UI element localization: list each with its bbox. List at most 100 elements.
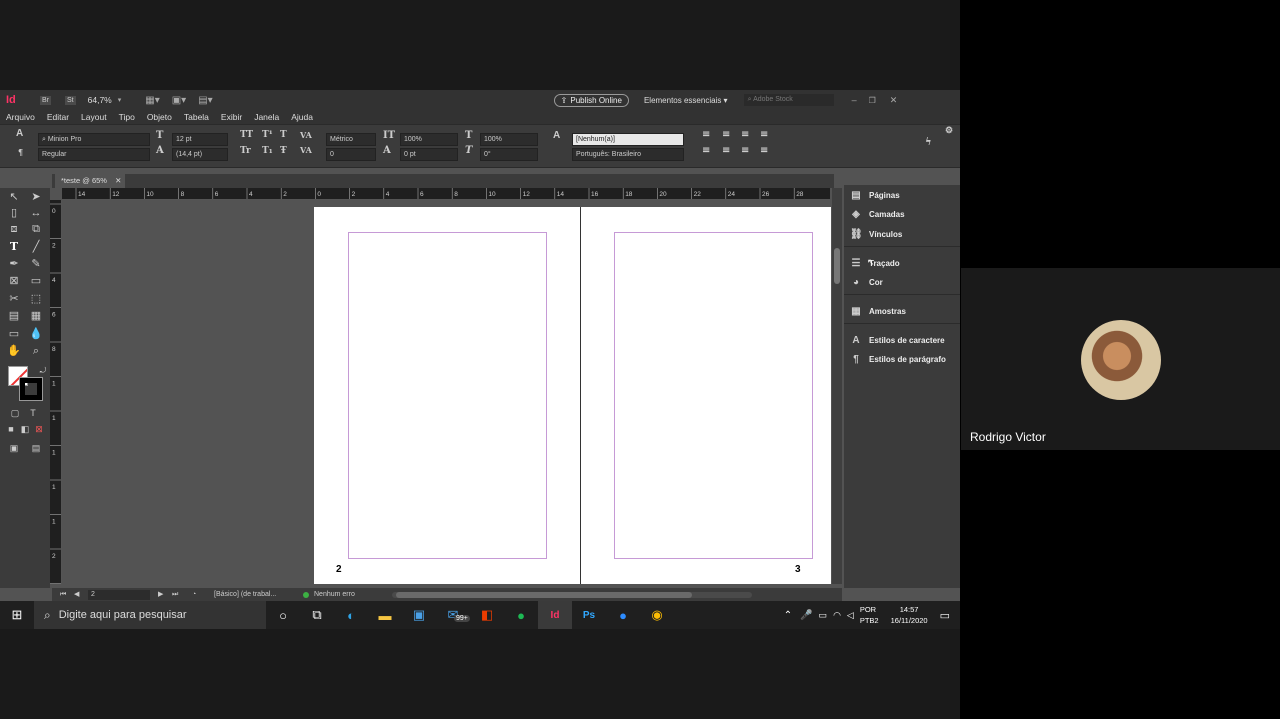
menu-arquivo[interactable]: Arquivo — [6, 112, 35, 122]
panel-vinculos[interactable]: ⛓ Vínculos — [850, 226, 902, 242]
pencil-tool-icon[interactable]: ✎ — [29, 257, 43, 271]
notifications-icon[interactable]: ▭ — [940, 609, 950, 622]
horizontal-scroll-thumb[interactable] — [396, 592, 692, 598]
next-page-icon[interactable]: ▶ — [158, 588, 163, 602]
view-mode-icon[interactable]: ▣ — [7, 441, 21, 455]
vertical-scale-field[interactable]: 100% — [400, 133, 458, 146]
selection-tool-icon[interactable]: ↖ — [7, 190, 21, 204]
content-collector-icon[interactable]: ⧈ — [7, 222, 21, 236]
edge-icon[interactable]: ◐ — [334, 601, 368, 629]
page-number-left[interactable]: 2 — [336, 564, 342, 575]
justify-last-icon[interactable]: ≡ — [760, 145, 768, 156]
line-tool-icon[interactable]: ╱ — [29, 240, 43, 254]
battery-icon[interactable]: ▭ — [819, 610, 828, 621]
minimize-icon[interactable]: – — [852, 95, 857, 105]
stroke-swatch[interactable] — [19, 377, 43, 401]
menu-tipo[interactable]: Tipo — [119, 112, 135, 122]
last-page-icon[interactable]: ⏭ — [172, 588, 178, 602]
indesign-taskbar-icon[interactable]: Id — [538, 601, 572, 629]
spotify-icon[interactable]: ● — [504, 601, 538, 629]
rectangle-frame-tool-icon[interactable]: ⊠ — [7, 274, 21, 288]
panel-paginas[interactable]: ▤ Páginas — [850, 187, 899, 203]
horizontal-scale-field[interactable]: 100% — [480, 133, 538, 146]
page-tool-icon[interactable]: ▯ — [7, 206, 21, 220]
screen-mode-tool-icon[interactable]: ▤ — [29, 441, 43, 455]
view-options-icon[interactable]: ▦▾ — [145, 95, 159, 106]
justify-icon[interactable]: ≡ — [760, 129, 768, 140]
volume-icon[interactable]: ◁ — [847, 610, 854, 621]
stock-button[interactable]: St — [65, 95, 76, 105]
language-select[interactable]: Português: Brasileiro — [572, 148, 684, 161]
restore-icon[interactable]: ❐ — [869, 96, 876, 105]
screen-mode-icon[interactable]: ▣▾ — [172, 95, 186, 106]
gap-tool-icon[interactable]: ↔ — [29, 206, 43, 220]
preflight-status[interactable]: Nenhum erro — [314, 588, 355, 602]
zoom-tool-icon[interactable]: ⌕ — [29, 344, 43, 358]
hand-tool-icon[interactable]: ✋ — [7, 344, 21, 358]
clock[interactable]: 14:57 16/11/2020 — [891, 604, 928, 626]
font-family-field[interactable]: ⌕ Minion Pro — [38, 133, 150, 146]
settings-gear-icon[interactable]: ⚙ — [945, 126, 953, 136]
align-left-icon[interactable]: ≡ — [702, 129, 710, 140]
gradient-swatch-tool-icon[interactable]: ▤ — [7, 309, 21, 323]
panel-cor[interactable]: ◕ Cor — [850, 274, 883, 290]
character-mode-icon[interactable]: A — [16, 128, 23, 139]
page-right[interactable]: 3 — [581, 207, 831, 584]
menu-objeto[interactable]: Objeto — [147, 112, 172, 122]
align-center-icon[interactable]: ≡ — [722, 129, 730, 140]
align-right-icon[interactable]: ≡ — [741, 129, 749, 140]
prev-page-icon[interactable]: ◀ — [74, 588, 79, 602]
network-icon[interactable]: ◠ — [833, 610, 841, 621]
panel-estilos-paragrafo[interactable]: ¶ Estilos de parágrafo — [850, 351, 946, 367]
direct-selection-tool-icon[interactable]: ➤ — [29, 190, 43, 204]
all-caps-icon[interactable]: TT — [240, 130, 253, 140]
store-icon[interactable]: ▣ — [402, 601, 436, 629]
align-towards-spine-icon[interactable]: ≡ — [722, 145, 730, 156]
swap-colors-icon[interactable]: ⤾ — [36, 364, 50, 378]
character-style-select[interactable]: [Nenhum(a)] — [572, 133, 684, 146]
apply-none-icon[interactable]: ⊠ — [32, 422, 46, 436]
gradient-feather-tool-icon[interactable]: ▦ — [29, 309, 43, 323]
arrange-documents-icon[interactable]: ▤▾ — [198, 95, 212, 106]
small-caps-icon[interactable]: Tr — [240, 146, 251, 156]
paragraph-mode-icon[interactable]: ¶ — [18, 147, 23, 157]
photoshop-taskbar-icon[interactable]: Ps — [572, 601, 606, 629]
underline-icon[interactable]: T — [280, 130, 287, 140]
quick-apply-icon[interactable]: ϟ — [925, 137, 932, 148]
scissors-tool-icon[interactable]: ✂ — [7, 292, 21, 306]
apply-color-icon[interactable]: ■ — [4, 422, 18, 436]
content-placer-icon[interactable]: ⧉ — [29, 222, 43, 236]
close-tab-icon[interactable]: ✕ — [115, 176, 121, 185]
microphone-icon[interactable]: 🎤 — [800, 610, 812, 621]
skew-field[interactable]: 0° — [480, 148, 538, 161]
apply-gradient-icon[interactable]: ◧ — [18, 422, 32, 436]
chrome-icon[interactable]: ◉ — [640, 601, 674, 629]
justify-all-icon[interactable]: ≡ — [702, 145, 710, 156]
panel-tracado[interactable]: ☰ Traçado — [850, 255, 900, 271]
eyedropper-tool-icon[interactable]: 💧 — [29, 327, 43, 341]
note-tool-icon[interactable]: ▭ — [7, 327, 21, 341]
chevron-down-icon[interactable]: ▾ — [118, 96, 122, 104]
open-document-icon[interactable]: ◔ — [192, 588, 196, 602]
rectangle-tool-icon[interactable]: ▭ — [29, 274, 43, 288]
tracking-field[interactable]: 0 — [326, 148, 376, 161]
font-style-field[interactable]: Regular — [38, 148, 150, 161]
zoom-level[interactable]: 64,7% — [88, 95, 112, 105]
pen-tool-icon[interactable]: ✒ — [7, 257, 21, 271]
horizontal-scrollbar[interactable] — [392, 592, 752, 598]
bridge-button[interactable]: Br — [40, 95, 51, 105]
strikethrough-icon[interactable]: Ŧ — [280, 146, 287, 156]
task-view-icon[interactable]: ⧉ — [300, 601, 334, 629]
vertical-scroll-thumb[interactable] — [834, 248, 840, 284]
taskbar-search[interactable]: ⌕ Digite aqui para pesquisar — [34, 601, 266, 629]
page-selector[interactable]: 2 — [88, 590, 150, 600]
publish-online-button[interactable]: ⇪ Publish Online — [553, 93, 629, 107]
cortana-icon[interactable]: ○ — [266, 601, 300, 629]
show-hidden-icons-icon[interactable]: ⌃ — [784, 610, 792, 621]
input-language[interactable]: POR PTB2 — [860, 604, 879, 626]
panel-estilos-caractere[interactable]: A Estilos de caractere — [850, 332, 944, 348]
page-left[interactable]: 2 — [314, 207, 580, 584]
baseline-shift-field[interactable]: 0 pt — [400, 148, 458, 161]
leading-field[interactable]: (14,4 pt) — [172, 148, 228, 161]
align-away-spine-icon[interactable]: ≡ — [741, 145, 749, 156]
